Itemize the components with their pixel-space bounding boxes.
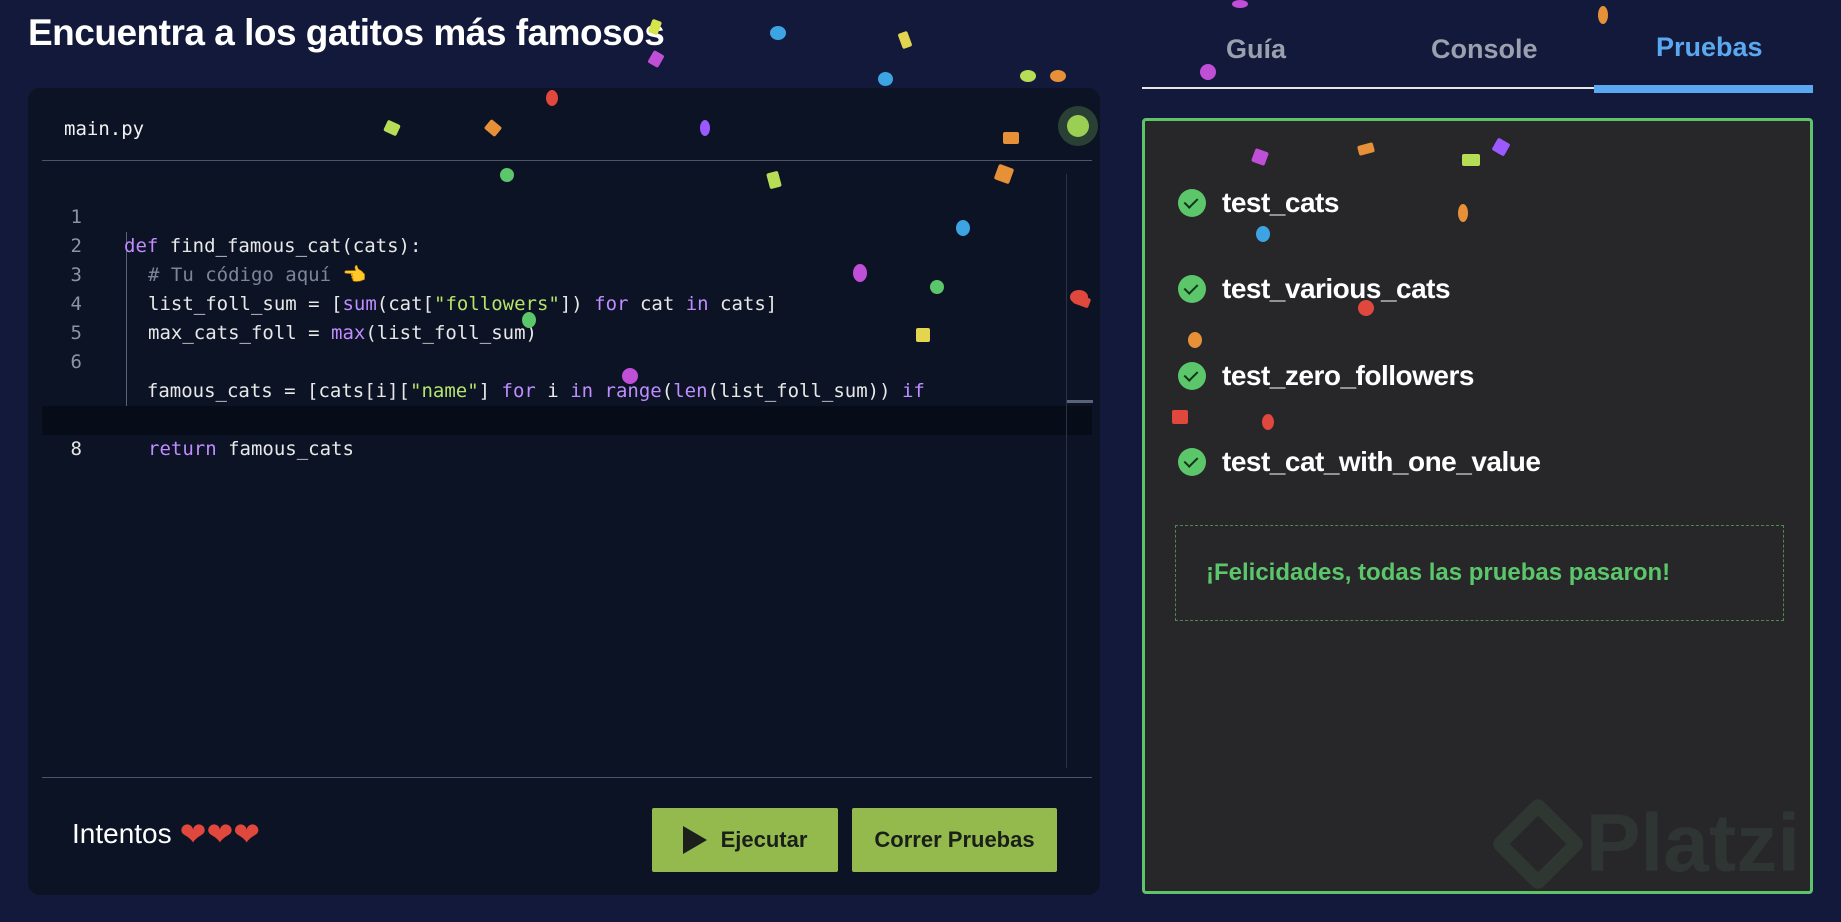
- tab-console[interactable]: Console: [1431, 34, 1538, 65]
- play-icon: [682, 826, 707, 854]
- confetti-piece: [1020, 70, 1036, 82]
- test-result-item: test_zero_followers: [1178, 360, 1474, 392]
- attempts-label: Intentos: [72, 818, 172, 849]
- platzi-logo-icon: [1489, 795, 1586, 893]
- code-line[interactable]: 7 return famous_cats: [42, 377, 1092, 460]
- code-line[interactable]: 6 famous_cats = [cats[i]["name"] for i i…: [42, 319, 1092, 431]
- confetti-piece: [1050, 70, 1066, 82]
- success-message: ¡Felicidades, todas las pruebas pasaron!: [1175, 525, 1784, 621]
- check-circle-icon: [1178, 362, 1206, 390]
- code-editor-panel: main.py 1 def find_famous_cat(cats): 2 #…: [28, 88, 1100, 895]
- confetti-piece: [770, 26, 786, 40]
- test-name: test_various_cats: [1222, 273, 1451, 304]
- editor-header: main.py: [42, 88, 1098, 161]
- watermark-text: Platzi: [1585, 798, 1800, 889]
- code-line[interactable]: 4 max_cats_foll = max(list_foll_sum): [42, 261, 1092, 344]
- run-button-label: Ejecutar: [720, 827, 808, 852]
- line-number: 8: [70, 438, 82, 460]
- panel-tabs: Guía Console Pruebas: [1142, 20, 1813, 93]
- check-circle-icon: [1178, 189, 1206, 217]
- editor-scrollbar[interactable]: [1066, 174, 1093, 768]
- code-line[interactable]: 1 def find_famous_cat(cats):: [42, 174, 1092, 257]
- tab-guia[interactable]: Guía: [1226, 34, 1286, 65]
- line-number: 6: [70, 351, 82, 373]
- code-area[interactable]: 1 def find_famous_cat(cats): 2 # Tu códi…: [42, 174, 1093, 768]
- run-tests-button[interactable]: Correr Pruebas: [852, 808, 1057, 872]
- run-button[interactable]: Ejecutar: [652, 808, 838, 872]
- test-result-item: test_various_cats: [1178, 273, 1451, 305]
- confetti-piece: [897, 30, 913, 50]
- attempts: Intentos ❤❤❤: [72, 818, 260, 850]
- status-indicator-icon: [1058, 106, 1098, 146]
- divider: [42, 777, 1092, 778]
- code-text: return famous_cats: [148, 438, 354, 460]
- check-circle-icon: [1178, 448, 1206, 476]
- tab-pruebas[interactable]: Pruebas: [1656, 32, 1763, 63]
- file-tab[interactable]: main.py: [64, 118, 144, 140]
- code-line-current[interactable]: 8: [42, 406, 1092, 460]
- code-line[interactable]: 5: [42, 290, 1092, 344]
- scrollbar-thumb[interactable]: [1067, 400, 1093, 403]
- hearts-icon: ❤❤❤: [179, 816, 261, 852]
- test-name: test_zero_followers: [1222, 360, 1474, 391]
- test-result-item: test_cats: [1178, 187, 1339, 219]
- confetti-piece: [1232, 0, 1248, 8]
- platzi-watermark: Platzi: [1489, 795, 1800, 893]
- confetti-piece: [878, 72, 893, 86]
- test-name: test_cat_with_one_value: [1222, 446, 1541, 477]
- test-name: test_cats: [1222, 187, 1339, 218]
- run-tests-label: Correr Pruebas: [874, 827, 1035, 852]
- test-result-item: test_cat_with_one_value: [1178, 446, 1541, 478]
- test-results-panel: test_cats test_various_cats test_zero_fo…: [1142, 118, 1813, 894]
- active-tab-indicator: [1594, 85, 1813, 93]
- code-line[interactable]: 2 # Tu código aquí 👈: [42, 203, 1092, 286]
- code-line[interactable]: 3 list_foll_sum = [sum(cat["followers"])…: [42, 232, 1092, 315]
- check-circle-icon: [1178, 275, 1206, 303]
- page-title: Encuentra a los gatitos más famosos: [28, 12, 665, 53]
